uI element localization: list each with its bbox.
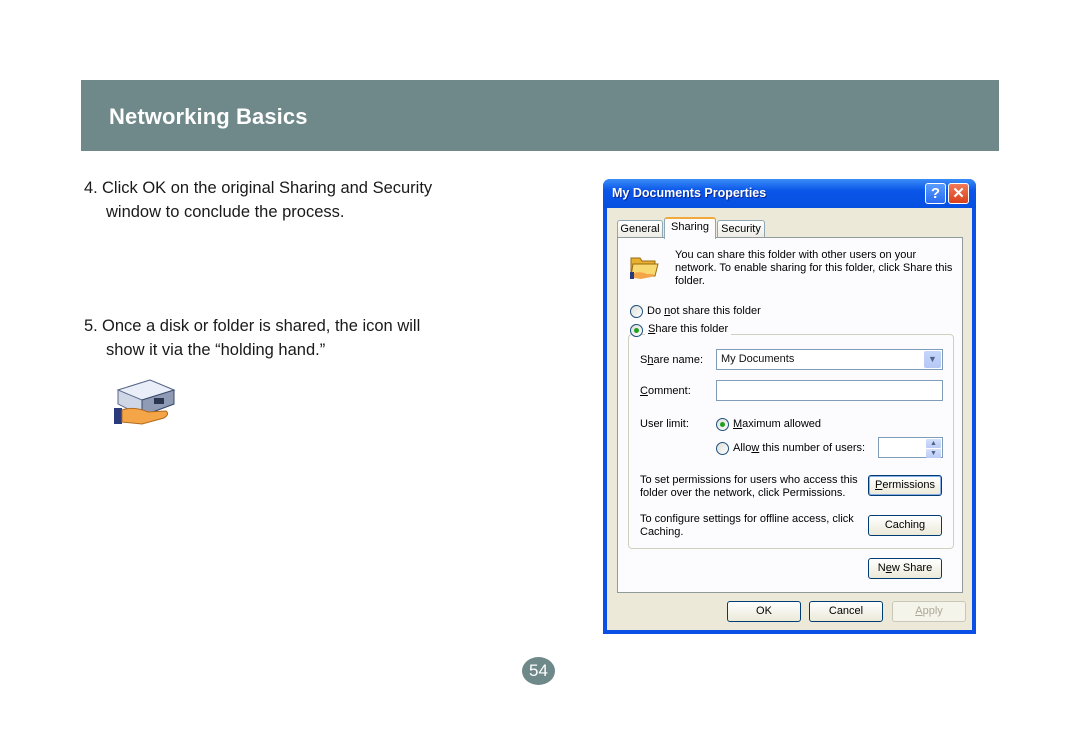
share-this-folder-label[interactable]: Share this folder [645, 323, 732, 335]
share-this-folder-radio[interactable] [630, 324, 643, 337]
dialog-titlebar[interactable]: My Documents Properties ? ✕ [603, 179, 976, 208]
caching-button[interactable]: Caching [868, 515, 942, 536]
step-text-line2: show it via the “holding hand.” [106, 341, 326, 359]
maximum-allowed-radio[interactable] [716, 418, 729, 431]
user-count-spinner[interactable]: ▲ ▼ [878, 437, 943, 458]
page-number-badge: 54 [522, 657, 555, 685]
button-label: ermissions [882, 479, 935, 491]
tab-sharing[interactable]: Sharing [664, 217, 716, 239]
spin-down-icon[interactable]: ▼ [926, 449, 941, 458]
section-title: Networking Basics [109, 104, 308, 129]
spinner-control: ▲ ▼ [926, 439, 941, 458]
step-number: 4. [84, 179, 98, 197]
permissions-help-text: To set permissions for users who access … [640, 474, 858, 499]
share-name-label: Share name: [640, 354, 703, 366]
do-not-share-label[interactable]: Do not share this folder [647, 305, 761, 317]
help-button[interactable]: ? [925, 183, 946, 204]
dialog-client: General Sharing Security You can share t… [607, 208, 972, 630]
permissions-button[interactable]: Permissions [868, 475, 942, 496]
new-share-button[interactable]: New Share [868, 558, 942, 579]
user-limit-label: User limit: [640, 418, 689, 430]
step-4: 4. Click OK on the original Sharing and S… [84, 176, 432, 224]
ok-button[interactable]: OK [727, 601, 801, 622]
properties-dialog: My Documents Properties ? ✕ General Shar… [603, 179, 976, 634]
step-text-line2: window to conclude the process. [106, 203, 345, 221]
sharing-intro-text: You can share this folder with other use… [675, 249, 953, 287]
label-text: Do [647, 305, 665, 317]
maximum-allowed-label[interactable]: Maximum allowed [733, 418, 821, 430]
cancel-button[interactable]: Cancel [809, 601, 883, 622]
comment-label: Comment: [640, 385, 691, 397]
tab-general[interactable]: General [617, 220, 663, 238]
share-name-value: My Documents [721, 353, 795, 365]
label-text: this number of users: [759, 442, 866, 454]
button-label: w Share [891, 562, 933, 574]
dialog-title: My Documents Properties [612, 186, 767, 200]
close-button[interactable]: ✕ [948, 183, 969, 204]
section-header: Networking Basics [81, 80, 999, 151]
accelerator-key: C [640, 385, 648, 397]
label-text: omment: [647, 385, 691, 397]
step-5: 5. Once a disk or folder is shared, the i… [84, 314, 420, 362]
comment-input[interactable] [716, 380, 943, 401]
do-not-share-radio[interactable] [630, 305, 643, 318]
chevron-down-icon[interactable]: ▼ [924, 351, 941, 368]
button-label: pply [922, 605, 943, 617]
accelerator-key: M [733, 418, 743, 430]
step-text-line1: Once a disk or folder is shared, the ico… [102, 317, 421, 335]
allow-number-label[interactable]: Allow this number of users: [733, 442, 865, 454]
label-text: are name: [653, 354, 703, 366]
tab-security[interactable]: Security [717, 220, 765, 238]
apply-button[interactable]: Apply [892, 601, 966, 622]
label-text: aximum allowed [742, 418, 822, 430]
label-text: hare this folder [655, 323, 729, 335]
share-name-combobox[interactable]: My Documents ▼ [716, 349, 943, 370]
caching-help-text: To configure settings for offline access… [640, 513, 854, 538]
step-number: 5. [84, 317, 98, 335]
button-label: N [877, 562, 886, 574]
shared-folder-icon [630, 257, 659, 279]
shared-drive-holding-hand-icon [114, 379, 176, 425]
sharing-tab-page: You can share this folder with other use… [617, 237, 963, 593]
step-text-line1: Click OK on the original Sharing and Sec… [102, 179, 433, 197]
label-text: ot share this folder [670, 305, 761, 317]
label-text: Allo [733, 442, 752, 454]
spin-up-icon[interactable]: ▲ [926, 439, 941, 448]
allow-number-radio[interactable] [716, 442, 729, 455]
accelerator-key: A [915, 605, 923, 617]
